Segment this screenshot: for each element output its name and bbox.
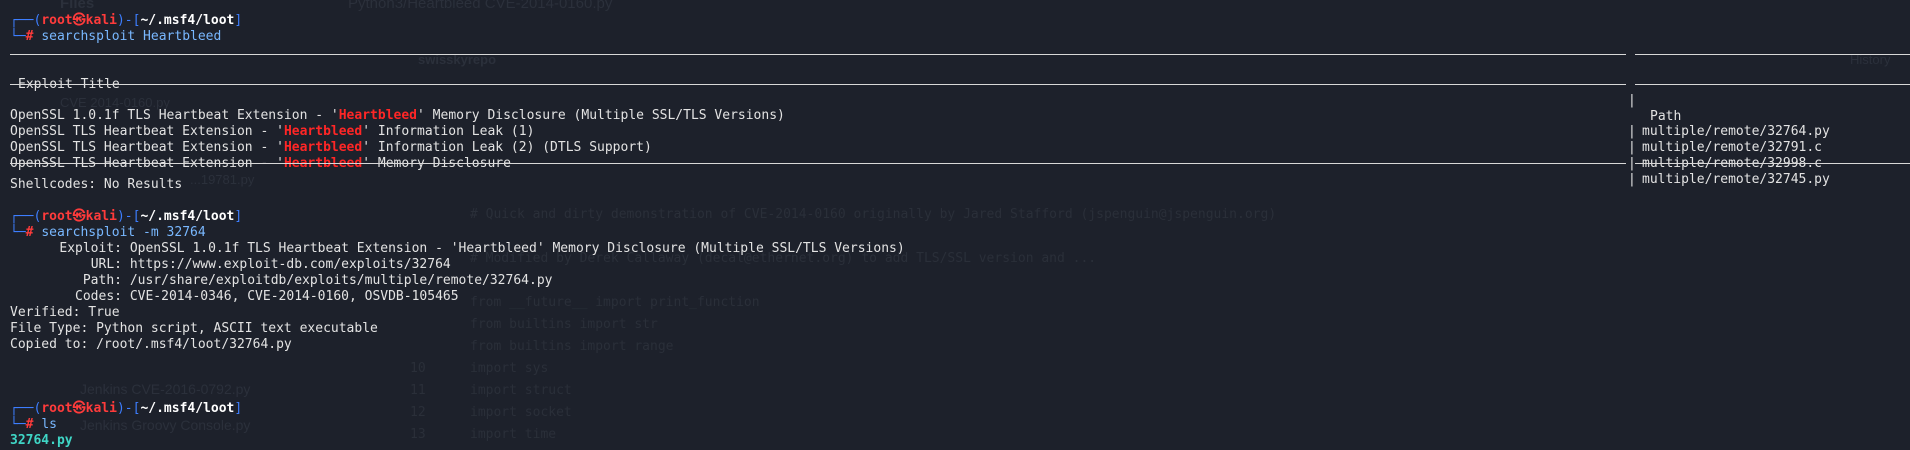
mirror-field: Verified: True [10, 305, 120, 320]
exploit-title-header: Exploit Title [18, 77, 120, 92]
command-line: └─# searchsploit Heartbleed [10, 29, 222, 44]
command-text: searchsploit Heartbleed [41, 29, 222, 44]
command-text: ls [41, 417, 57, 432]
mirror-field: Codes: CVE-2014-0346, CVE-2014-0160, OSV… [75, 289, 459, 304]
terminal-output[interactable]: ┌──(root㉿kali)-[~/.msf4/loot] └─# search… [10, 13, 1910, 449]
bg-breadcrumb: Python3/Heartbleed CVE-2014-0160.py [348, 0, 613, 12]
mirror-field: Exploit: OpenSSL 1.0.1f TLS Heartbeat Ex… [59, 241, 905, 256]
command-line: └─# searchsploit -m 32764 [10, 225, 206, 240]
command-line: └─# ls [10, 417, 57, 432]
command-text: searchsploit -m 32764 [41, 225, 206, 240]
file-type: File Type: Python script, ASCII text exe… [10, 321, 378, 336]
table-row: OpenSSL TLS Heartbeat Extension - 'Heart… [10, 140, 1823, 171]
bg-files-label: Files [60, 0, 95, 12]
prompt-line: ┌──(root㉿kali)-[~/.msf4/loot] [10, 401, 243, 416]
mirror-field: Path: /usr/share/exploitdb/exploits/mult… [82, 273, 553, 288]
ls-output-file[interactable]: 32764.py [10, 433, 1900, 449]
table-header: Exploit Title | Path [18, 77, 1682, 124]
exploit-path: multiple/remote/32998.c [1642, 156, 1823, 171]
mirror-field: URL: https://www.exploit-db.com/exploits… [90, 257, 451, 272]
results-table: Exploit Title | Path OpenSSL 1.0.1f TLS … [10, 45, 1910, 187]
table-row: OpenSSL 1.0.1f TLS Heartbeat Extension -… [10, 108, 1830, 139]
table-row: OpenSSL TLS Heartbeat Extension - 'Heart… [10, 124, 1823, 155]
prompt-line: ┌──(root㉿kali)-[~/.msf4/loot] [10, 13, 243, 28]
table-row: OpenSSL TLS Heartbeat Extension - 'Heart… [10, 156, 1830, 187]
shellcodes-result: Shellcodes: No Results [10, 177, 183, 192]
prompt-line: ┌──(root㉿kali)-[~/.msf4/loot] [10, 209, 243, 224]
copied-to: Copied to: /root/.msf4/loot/32764.py [10, 337, 292, 352]
